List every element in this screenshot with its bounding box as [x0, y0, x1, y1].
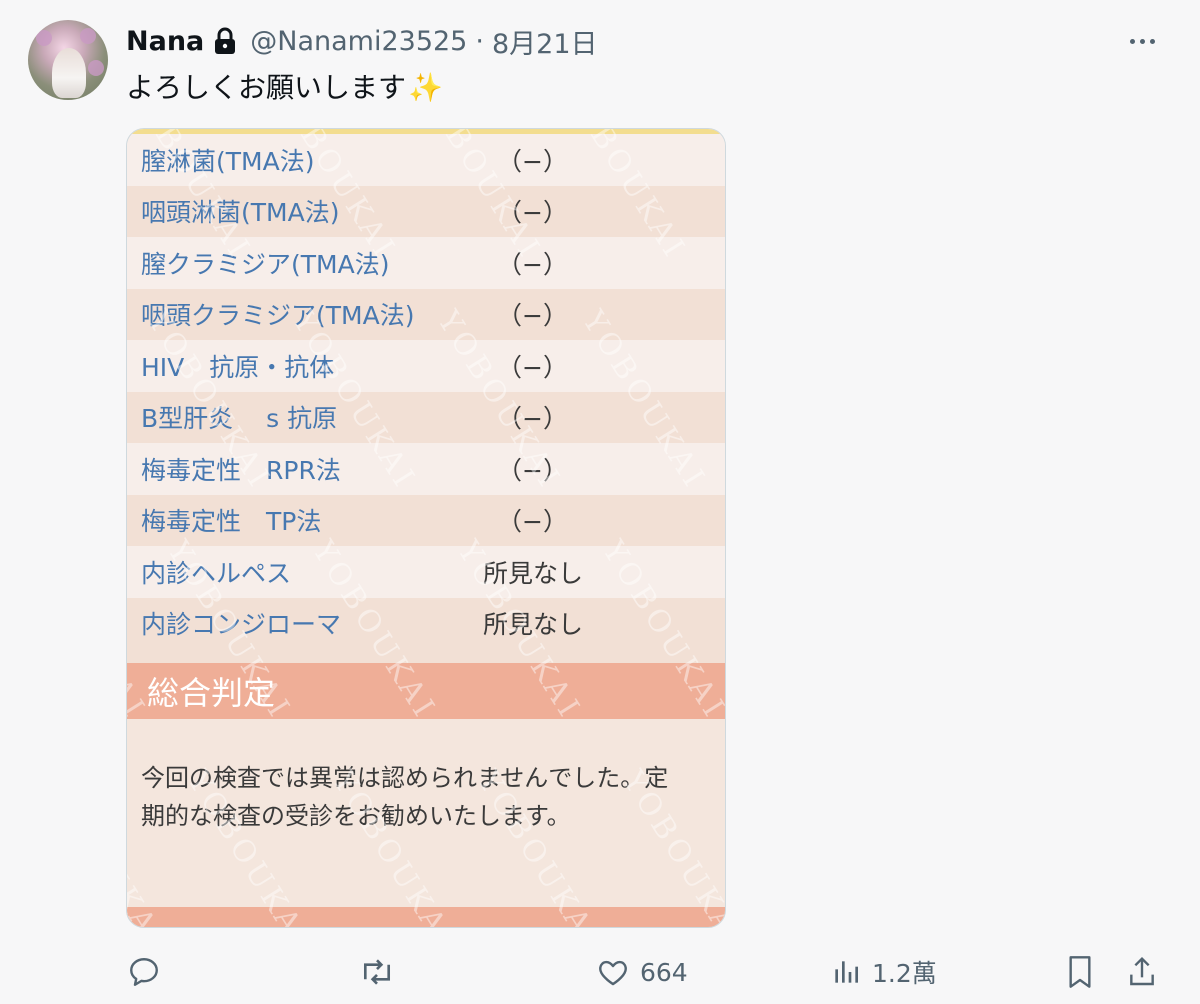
tweet: Nana @Nanami23525 · 8月21日 よろしくお願いします✨ 膣淋…	[0, 0, 1200, 1004]
avatar[interactable]	[28, 20, 108, 100]
result-value: （−）	[497, 404, 568, 434]
repost-icon	[363, 959, 391, 985]
views-button[interactable]: 1.2萬	[830, 948, 937, 996]
result-label: 膣淋菌(TMA法)	[141, 146, 315, 176]
result-row: 内診ヘルペス 所見なし	[127, 546, 725, 598]
result-row: 梅毒定性 RPR法 （−）	[127, 443, 725, 495]
result-label: 梅毒定性 TP法	[141, 507, 322, 537]
tweet-text: よろしくお願いします✨	[126, 66, 443, 106]
bookmark-icon	[1069, 956, 1091, 988]
repost-button[interactable]	[358, 948, 406, 996]
heart-icon	[599, 960, 627, 986]
result-row: 膣クラミジア(TMA法) （−）	[127, 237, 725, 289]
result-value: （−）	[497, 352, 568, 382]
tweet-date[interactable]: 8月21日	[492, 22, 598, 61]
tweet-actions: 664 1.2萬	[0, 948, 1200, 996]
result-value: （−）	[497, 249, 568, 279]
judgement-heading: 総合判定	[127, 663, 725, 719]
reply-icon	[130, 958, 158, 986]
sparkle-emoji: ✨	[408, 71, 443, 104]
result-row: 膣淋菌(TMA法) （−）	[127, 134, 725, 186]
result-row: B型肝炎 s 抗原 （−）	[127, 391, 725, 443]
share-icon	[1130, 956, 1154, 986]
result-value: （−）	[497, 146, 568, 176]
result-value: （−）	[497, 507, 568, 537]
like-button[interactable]: 664	[596, 948, 688, 996]
tweet-text-body: よろしくお願いします	[126, 71, 407, 104]
tweet-media-image[interactable]: 膣淋菌(TMA法) （−） 咽頭淋菌(TMA法) （−） 膣クラミジア(TMA法…	[126, 128, 726, 928]
result-label: 咽頭淋菌(TMA法)	[141, 198, 340, 228]
result-row: 梅毒定性 TP法 （−）	[127, 494, 725, 546]
bottom-band	[127, 907, 725, 927]
tweet-header: Nana @Nanami23525 · 8月21日	[126, 22, 598, 61]
result-row: 咽頭淋菌(TMA法) （−）	[127, 185, 725, 237]
result-value: （−）	[497, 455, 568, 485]
lock-icon	[212, 26, 238, 56]
result-table: 膣淋菌(TMA法) （−） 咽頭淋菌(TMA法) （−） 膣クラミジア(TMA法…	[127, 134, 725, 927]
share-button[interactable]	[1126, 948, 1158, 996]
separator-dot: ·	[475, 25, 484, 57]
result-value: 所見なし	[483, 558, 584, 588]
reply-button[interactable]	[126, 948, 172, 996]
result-label: HIV 抗原・抗体	[141, 352, 335, 382]
views-count: 1.2萬	[872, 959, 937, 988]
result-label: 内診コンジローマ	[141, 610, 342, 640]
result-label: 内診ヘルペス	[141, 558, 292, 588]
result-row: HIV 抗原・抗体 （−）	[127, 340, 725, 392]
result-value: 所見なし	[483, 610, 584, 640]
result-label: B型肝炎 s 抗原	[141, 404, 338, 434]
like-count: 664	[640, 957, 688, 987]
result-value: （−）	[497, 301, 568, 331]
result-row: 咽頭クラミジア(TMA法) （−）	[127, 288, 725, 340]
judgement-title: 総合判定	[147, 674, 276, 712]
judgement-summary: 今回の検査では異常は認められませんでした。定期的な検査の受診をお勧めいたします。	[127, 719, 725, 907]
result-label: 梅毒定性 RPR法	[141, 455, 341, 485]
result-label: 膣クラミジア(TMA法)	[141, 249, 390, 279]
more-options-icon[interactable]	[1124, 26, 1160, 56]
display-name[interactable]: Nana	[126, 26, 204, 57]
views-chart-icon	[835, 961, 858, 983]
section-gap	[127, 649, 725, 663]
bookmark-button[interactable]	[1064, 948, 1096, 996]
summary-text: 今回の検査では異常は認められませんでした。定期的な検査の受診をお勧めいたします。	[141, 764, 669, 830]
result-row: 内診コンジローマ 所見なし	[127, 597, 725, 649]
handle[interactable]: @Nanami23525	[250, 26, 467, 57]
result-value: （−）	[497, 198, 568, 228]
result-label: 咽頭クラミジア(TMA法)	[141, 301, 415, 331]
